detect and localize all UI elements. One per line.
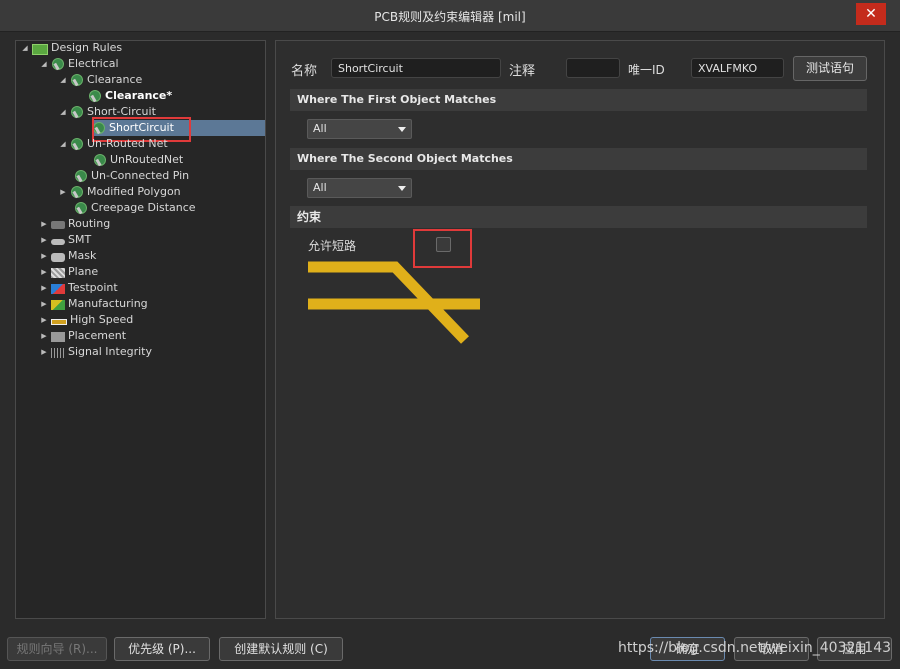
comment-field[interactable] xyxy=(566,58,620,78)
expand-arrow-icon[interactable]: ◢ xyxy=(58,136,68,152)
tree-label: Clearance* xyxy=(105,89,173,102)
collapse-arrow-icon[interactable]: ▶ xyxy=(39,296,49,312)
expand-arrow-icon[interactable]: ◢ xyxy=(58,72,68,88)
chevron-down-icon xyxy=(398,186,406,191)
tree-label: UnRoutedNet xyxy=(110,153,184,166)
collapse-arrow-icon[interactable]: ▶ xyxy=(39,248,49,264)
tree-label: Manufacturing xyxy=(68,297,148,310)
second-object-select-value: All xyxy=(313,181,327,194)
short-circuit-illustration xyxy=(308,261,480,344)
constraints-header: 约束 xyxy=(290,206,867,228)
collapse-arrow-icon[interactable]: ▶ xyxy=(39,344,49,360)
collapse-arrow-icon[interactable]: ▶ xyxy=(58,184,68,200)
signal-integrity-icon xyxy=(51,347,65,358)
tree-item-manufacturing[interactable]: ▶ Manufacturing xyxy=(39,296,148,312)
tree-label: Modified Polygon xyxy=(87,185,181,198)
first-object-select[interactable]: All xyxy=(307,119,412,139)
rule-icon xyxy=(70,186,84,198)
watermark-text: https://blog.csdn.net/weixin_40321143 xyxy=(618,640,892,656)
chevron-down-icon xyxy=(398,127,406,132)
tree-item-unrouted-net[interactable]: ◢ Un-Routed Net xyxy=(58,136,168,152)
plane-icon xyxy=(51,267,65,278)
tree-label: Mask xyxy=(68,249,97,262)
close-icon[interactable]: ✕ xyxy=(856,3,886,25)
tree-label: Creepage Distance xyxy=(91,201,196,214)
routing-icon xyxy=(51,221,65,229)
tree-item-high-speed[interactable]: ▶ High Speed xyxy=(39,312,133,328)
placement-icon xyxy=(51,331,65,342)
tree-item-clearance[interactable]: ◢ Clearance xyxy=(58,72,142,88)
rule-icon xyxy=(70,106,84,118)
allow-short-label: 允许短路 xyxy=(308,239,357,253)
tree-item-creepage-distance[interactable]: Creepage Distance xyxy=(74,200,196,216)
first-object-select-value: All xyxy=(313,122,327,135)
rule-icon xyxy=(88,90,102,102)
tree-item-unroutednet-rule[interactable]: UnRoutedNet xyxy=(93,152,183,168)
name-label: 名称 xyxy=(291,64,318,79)
tree-item-plane[interactable]: ▶ Plane xyxy=(39,264,98,280)
expand-arrow-icon[interactable]: ◢ xyxy=(58,104,68,120)
first-object-header: Where The First Object Matches xyxy=(290,89,867,111)
tree-label: Signal Integrity xyxy=(68,345,152,358)
tree-label: Un-Connected Pin xyxy=(91,169,190,182)
expand-arrow-icon[interactable]: ◢ xyxy=(39,56,49,72)
tree-item-testpoint[interactable]: ▶ Testpoint xyxy=(39,280,118,296)
mask-icon xyxy=(51,252,65,262)
rule-icon xyxy=(74,170,88,182)
tree-item-design-rules[interactable]: ◢ Design Rules xyxy=(20,40,122,56)
rule-icon xyxy=(70,138,84,150)
tree-label: Un-Routed Net xyxy=(87,137,168,150)
title-bar: PCB规则及约束编辑器 [mil] ✕ xyxy=(0,0,900,32)
unique-id-label: 唯一ID xyxy=(628,63,665,77)
second-object-select[interactable]: All xyxy=(307,178,412,198)
rule-icon xyxy=(51,58,65,70)
tree-item-routing[interactable]: ▶ Routing xyxy=(39,216,110,232)
smt-icon xyxy=(51,238,65,245)
tree-label: Plane xyxy=(68,265,99,278)
tree-item-placement[interactable]: ▶ Placement xyxy=(39,328,126,344)
collapse-arrow-icon[interactable]: ▶ xyxy=(39,280,49,296)
create-default-rules-button[interactable]: 创建默认规则 (C) xyxy=(219,637,343,661)
unique-id-field[interactable]: XVALFMKO xyxy=(691,58,784,78)
tree-label: Routing xyxy=(68,217,111,230)
collapse-arrow-icon[interactable]: ▶ xyxy=(39,232,49,248)
tree-item-clearance-rule[interactable]: Clearance* xyxy=(88,88,172,104)
collapse-arrow-icon[interactable]: ▶ xyxy=(39,312,49,328)
rule-icon xyxy=(74,202,88,214)
tree-label: Electrical xyxy=(68,57,119,70)
second-object-header: Where The Second Object Matches xyxy=(290,148,867,170)
name-field[interactable]: ShortCircuit xyxy=(331,58,501,78)
design-rules-icon xyxy=(32,43,48,55)
high-speed-icon xyxy=(51,319,67,325)
tree-item-signal-integrity[interactable]: ▶ Signal Integrity xyxy=(39,344,152,360)
tree-label: High Speed xyxy=(70,313,134,326)
collapse-arrow-icon[interactable]: ▶ xyxy=(39,264,49,280)
rule-icon xyxy=(70,74,84,86)
tree-item-smt[interactable]: ▶ SMT xyxy=(39,232,91,248)
rule-wizard-button[interactable]: 规则向导 (R)... xyxy=(7,637,107,661)
collapse-arrow-icon[interactable]: ▶ xyxy=(39,328,49,344)
tree-label: Testpoint xyxy=(68,281,118,294)
tree-item-electrical[interactable]: ◢ Electrical xyxy=(39,56,119,72)
priority-button[interactable]: 优先级 (P)... xyxy=(114,637,210,661)
tree-item-mask[interactable]: ▶ Mask xyxy=(39,248,96,264)
tree-item-modified-polygon[interactable]: ▶ Modified Polygon xyxy=(58,184,181,200)
tree-label: SMT xyxy=(68,233,92,246)
tree-label: Clearance xyxy=(87,73,143,86)
tree-label: Placement xyxy=(68,329,127,342)
rule-icon xyxy=(93,154,107,166)
window-title: PCB规则及约束编辑器 [mil] xyxy=(374,10,526,24)
expand-arrow-icon[interactable]: ◢ xyxy=(20,40,30,56)
comment-label: 注释 xyxy=(509,64,536,79)
tree-label: Design Rules xyxy=(51,41,123,54)
manufacturing-icon xyxy=(51,299,65,310)
testpoint-icon xyxy=(51,283,65,294)
tree-item-unconnected-pin[interactable]: Un-Connected Pin xyxy=(74,168,189,184)
test-query-button[interactable]: 测试语句 xyxy=(793,56,867,81)
collapse-arrow-icon[interactable]: ▶ xyxy=(39,216,49,232)
